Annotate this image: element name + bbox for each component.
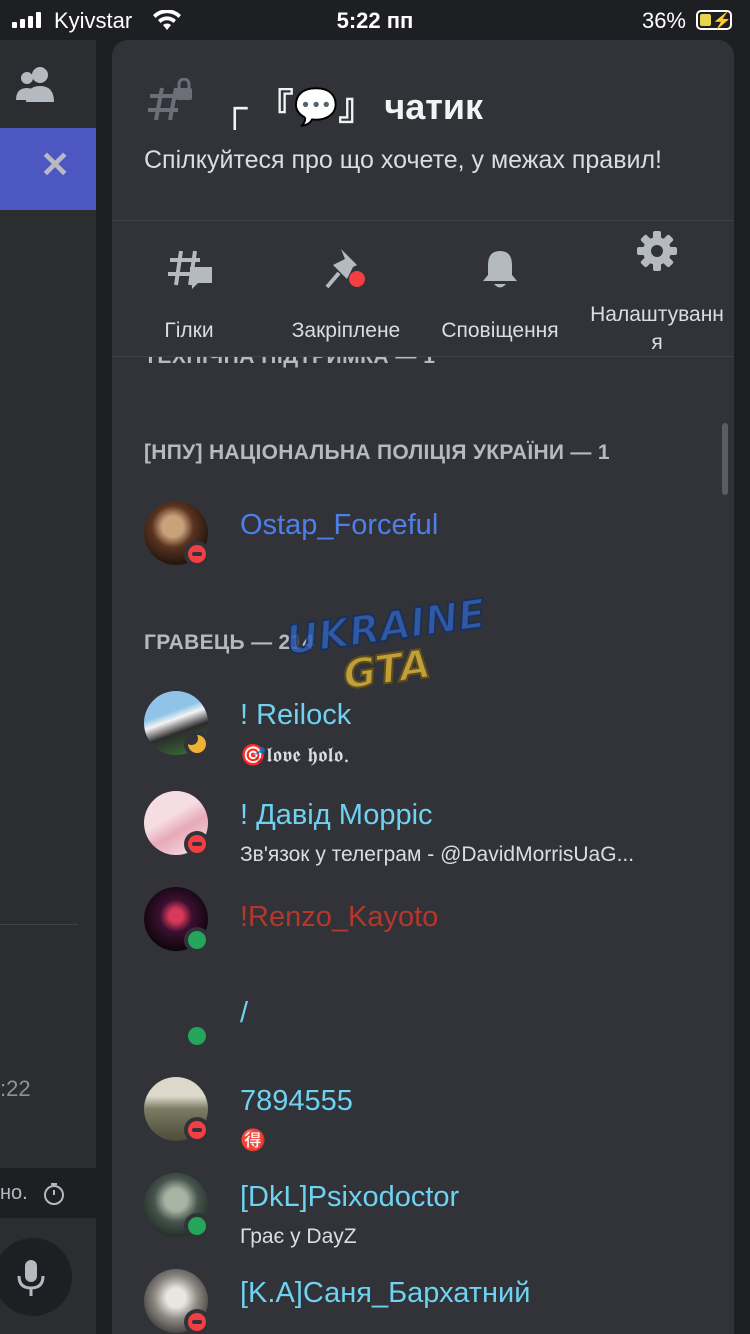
member-list: ТЕХНІЧНА ПІДТРИМКА — 1 [НПУ] НАЦІОНАЛЬНА… <box>112 357 734 1334</box>
locked-channel-icon <box>148 78 192 121</box>
microphone-icon <box>17 1260 45 1296</box>
member-name: 7894555 <box>240 1085 353 1117</box>
member-status-text: Зв'язок у телеграм - @DavidMorrisUaG... <box>240 843 635 866</box>
section-header-cut: ТЕХНІЧНА ПІДТРИМКА — 1 <box>144 357 435 369</box>
notifications-label: Сповіщення <box>441 319 559 342</box>
channel-info-panel: ┌ 『💬』 чатик Спілкуйтеся про що хочете, у… <box>112 40 734 1334</box>
gear-icon <box>637 231 677 271</box>
member-row[interactable]: Ostap_Forceful <box>144 501 724 581</box>
message-bar-text: но. <box>0 1182 28 1204</box>
channel-description: Спілкуйтеся про що хочете, у межах прави… <box>144 146 662 174</box>
status-online-icon <box>184 927 210 953</box>
settings-label: Налаштуванн я <box>590 303 724 354</box>
member-status-text: 🉐 <box>240 1129 267 1152</box>
member-name: !Renzo_Kayoto <box>240 901 439 933</box>
channel-actions: Гілки Закріплене Сповіщення Налаштуванн … <box>112 221 734 356</box>
message-bar-fragment: но. <box>0 1168 96 1218</box>
ukraine-gta-watermark: UKRAINE GTA <box>282 597 489 697</box>
pin-icon <box>325 249 365 289</box>
member-row[interactable]: ! Reilock 🎯𝖑𝖔𝖛𝖊 𝖍𝖔𝖑𝖔. <box>144 691 724 771</box>
threads-button[interactable]: Гілки <box>114 231 264 345</box>
pinned-label: Закріплене <box>291 319 401 342</box>
background-chat-pane: ✕ :22 но. <box>0 40 96 1334</box>
status-dnd-icon <box>184 1309 210 1334</box>
divider <box>0 924 78 925</box>
settings-button[interactable]: Налаштуванн я <box>582 231 732 357</box>
member-status-text: Грає у DayZ <box>240 1225 357 1248</box>
member-row[interactable]: !Renzo_Kayoto <box>144 887 724 967</box>
close-icon[interactable]: ✕ <box>40 144 70 186</box>
member-name: / <box>240 997 249 1029</box>
status-online-icon <box>184 1023 210 1049</box>
member-name: [DkL]Psixodoctor <box>240 1181 460 1213</box>
voice-button[interactable] <box>0 1238 72 1316</box>
member-row[interactable]: / <box>144 983 724 1063</box>
member-status-text: 🎯𝖑𝖔𝖛𝖊 𝖍𝖔𝖑𝖔. <box>240 743 350 767</box>
threads-icon <box>168 250 212 289</box>
status-bar: Kyivstar 5:22 пп 36% ⚡ <box>0 0 750 40</box>
members-icon[interactable] <box>14 64 58 104</box>
status-dnd-icon <box>184 1117 210 1143</box>
section-header-police: [НПУ] НАЦІОНАЛЬНА ПОЛІЦІЯ УКРАЇНИ — 1 <box>144 441 610 464</box>
clock: 5:22 пп <box>336 8 414 33</box>
member-row[interactable]: 7894555 🉐 <box>144 1077 724 1157</box>
status-dnd-icon <box>184 541 210 567</box>
member-row[interactable]: [DkL]Psixodoctor Грає у DayZ <box>144 1173 724 1253</box>
member-row[interactable]: ! Давід Морріс Зв'язок у телеграм - @Dav… <box>144 791 724 871</box>
threads-label: Гілки <box>164 319 214 342</box>
notifications-button[interactable]: Сповіщення <box>425 231 575 345</box>
scrollbar[interactable] <box>722 423 728 495</box>
status-idle-icon <box>184 731 210 757</box>
battery-percent: 36% <box>641 8 686 33</box>
selected-channel-highlight[interactable]: ✕ <box>0 128 96 210</box>
member-row[interactable]: [K.A]Саня_Бархатний <box>144 1269 724 1334</box>
status-dnd-icon <box>184 831 210 857</box>
member-name: [K.A]Саня_Бархатний <box>240 1277 531 1309</box>
channel-header: ┌ 『💬』 чатик Спілкуйтеся про що хочете, у… <box>112 40 734 220</box>
bell-icon <box>483 251 517 288</box>
member-name: ! Давід Морріс <box>240 799 433 831</box>
battery-icon: ⚡ <box>696 10 732 30</box>
member-name: Ostap_Forceful <box>240 509 439 541</box>
channel-title: ┌ 『💬』 чатик <box>222 86 484 127</box>
member-name: ! Reilock <box>240 699 352 731</box>
message-time-fragment: :22 <box>0 1076 31 1101</box>
status-online-icon <box>184 1213 210 1239</box>
pinned-button[interactable]: Закріплене <box>271 231 421 345</box>
timer-icon[interactable] <box>42 1182 66 1206</box>
